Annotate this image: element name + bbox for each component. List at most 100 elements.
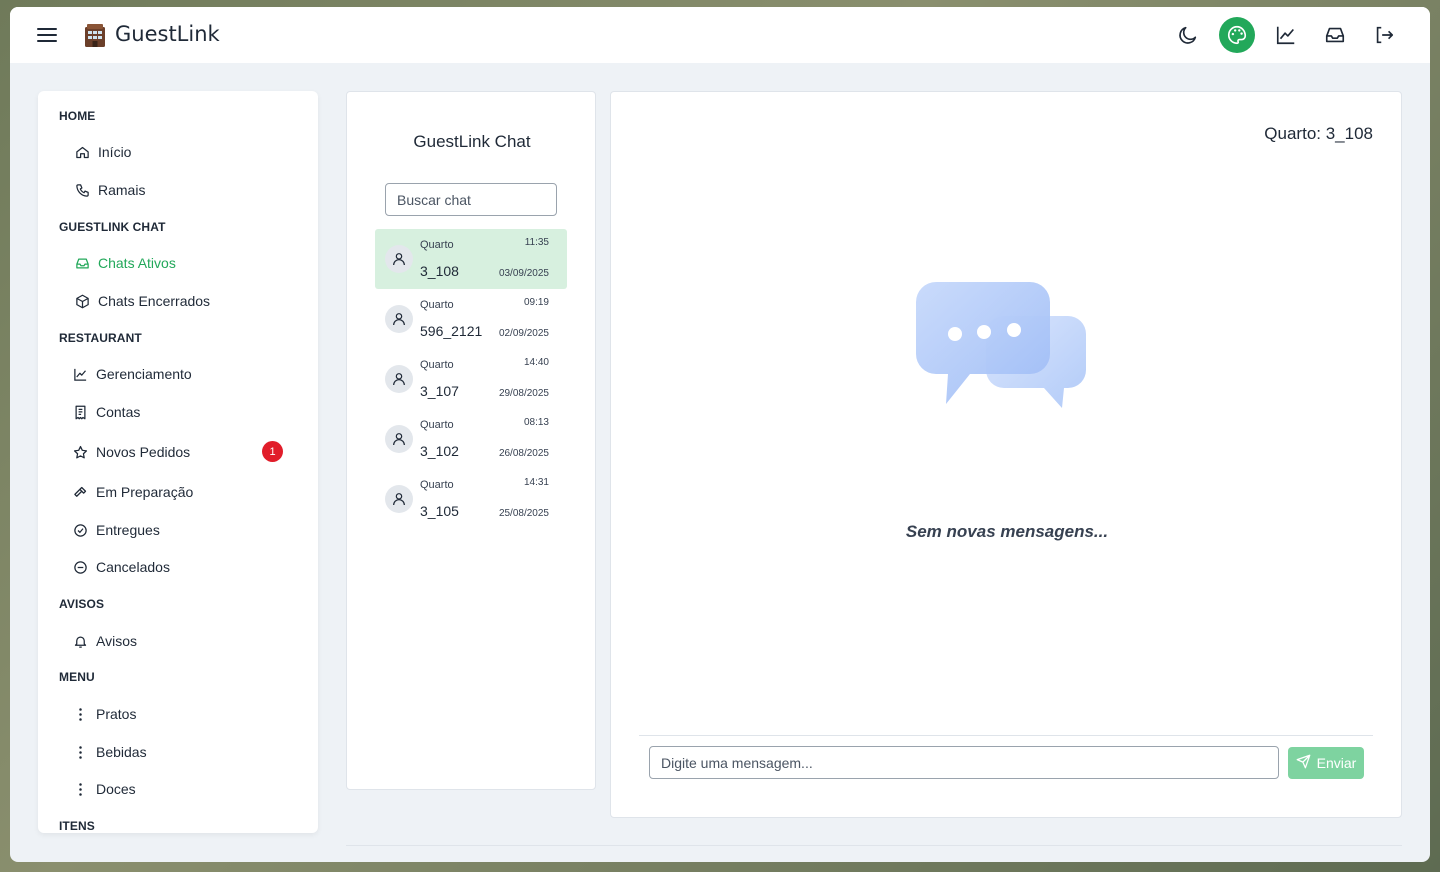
chat-list-title: GuestLink Chat [413,132,531,151]
receipt-icon [72,404,88,420]
inbox-icon[interactable] [1317,17,1353,53]
message-input[interactable] [649,746,1279,779]
chat-room: 3_107 [420,383,459,399]
chart-line-icon[interactable] [1268,17,1304,53]
user-icon [385,485,413,513]
minus-circle-icon [72,559,88,575]
room-header: Quarto: 3_108 [1264,124,1373,143]
user-icon [385,365,413,393]
chat-date: 03/09/2025 [498,268,549,279]
section-home: HOME [59,109,96,123]
novos-pedidos-badge: 1 [262,441,283,462]
sidebar-item-label: Pratos [96,706,137,722]
user-icon [385,425,413,453]
chat-list-item[interactable]: Quarto 3_107 14:40 29/08/2025 [375,349,567,409]
chat-list-item[interactable]: Quarto 596_2121 09:19 02/09/2025 [375,289,567,349]
chart-line-icon [72,366,88,382]
sidebar-item-novos-pedidos[interactable]: Novos Pedidos [72,441,190,463]
composer-divider [639,735,1373,736]
sidebar-item-entregues[interactable]: Entregues [72,519,160,541]
section-guestlink-chat: GUESTLINK CHAT [59,220,166,234]
logout-icon[interactable] [1366,17,1402,53]
chat-date: 02/09/2025 [498,328,549,339]
chat-time: 14:40 [523,357,549,368]
section-restaurant: RESTAURANT [59,331,142,345]
sidebar-item-avisos[interactable]: Avisos [72,630,137,652]
chat-date: 26/08/2025 [498,448,549,459]
sidebar: HOME Início Ramais GUESTLINK CHAT Chats … [38,91,318,833]
user-icon [385,305,413,333]
sidebar-item-label: Em Preparação [96,484,194,500]
search-chat-input[interactable] [385,183,557,216]
hammer-icon [72,484,88,500]
bell-icon [72,633,88,649]
sidebar-item-label: Entregues [96,522,160,538]
sidebar-item-label: Bebidas [96,744,147,760]
sidebar-item-label: Gerenciamento [96,366,192,382]
sidebar-item-em-preparacao[interactable]: Em Preparação [72,481,193,503]
sidebar-item-label: Avisos [96,633,137,649]
chat-list-item[interactable]: Quarto 3_102 08:13 26/08/2025 [375,409,567,469]
chat-time: 08:13 [523,417,549,428]
section-itens: ITENS [59,819,95,833]
send-icon [1296,754,1311,772]
send-button[interactable]: Enviar [1288,747,1364,779]
sidebar-item-gerenciamento[interactable]: Gerenciamento [72,363,192,385]
top-bar: GuestLink [10,7,1430,63]
app-window: GuestLink HOME Início Ramais GUESTLINK C… [10,7,1430,862]
palette-icon[interactable] [1219,17,1255,53]
sidebar-item-doces[interactable]: Doces [72,778,136,800]
sidebar-item-contas[interactable]: Contas [72,401,140,423]
star-icon [72,444,88,460]
section-menu: MENU [59,670,95,684]
chat-date: 25/08/2025 [498,508,549,519]
sidebar-item-label: Chats Ativos [98,255,176,271]
chat-list-item[interactable]: Quarto 3_105 14:31 25/08/2025 [375,469,567,529]
chat-label: Quarto [420,239,454,251]
sidebar-item-cancelados[interactable]: Cancelados [72,556,170,578]
chat-room: 3_105 [420,503,459,519]
chat-room: 3_102 [420,443,459,459]
chat-room: 596_2121 [420,323,483,339]
kebab-icon [72,781,88,797]
chat-time: 09:19 [523,297,549,308]
footer-divider [346,845,1402,846]
chat-time: 11:35 [524,237,549,248]
sidebar-item-ramais[interactable]: Ramais [74,179,145,201]
chat-date: 29/08/2025 [498,388,549,399]
chat-label: Quarto [420,299,454,311]
check-circle-icon [72,522,88,538]
sidebar-item-label: Ramais [98,182,146,198]
sidebar-item-chats-ativos[interactable]: Chats Ativos [74,252,176,274]
sidebar-item-label: Novos Pedidos [96,444,191,460]
empty-chat-message: Sem novas mensagens... [905,522,1109,541]
section-avisos: AVISOS [59,597,105,611]
sidebar-item-label: Doces [96,781,136,797]
sidebar-item-bebidas[interactable]: Bebidas [72,741,147,763]
chat-label: Quarto [420,479,454,491]
chat-time: 14:31 [523,477,549,488]
chat-list-panel: GuestLink Chat Quarto 3_108 11:35 03/09/… [346,91,596,790]
hotel-logo-icon [83,22,107,48]
moon-icon[interactable] [1170,17,1206,53]
phone-icon [74,182,90,198]
chat-label: Quarto [420,419,454,431]
home-icon [74,144,90,160]
menu-icon[interactable] [36,24,58,46]
send-label: Enviar [1316,755,1357,771]
sidebar-item-inicio[interactable]: Início [74,141,131,163]
chat-room: 3_108 [420,263,459,279]
chat-list-item[interactable]: Quarto 3_108 11:35 03/09/2025 [375,229,567,289]
chat-bubbles-icon [916,282,1098,420]
chat-label: Quarto [420,359,454,371]
kebab-icon [72,706,88,722]
cube-icon [74,293,90,309]
chat-pane: Quarto: 3_108 Sem novas mensagens... Dig… [610,91,1402,818]
inbox-icon [74,255,90,271]
sidebar-item-pratos[interactable]: Pratos [72,703,136,725]
sidebar-item-label: Cancelados [96,559,170,575]
sidebar-item-chats-encerrados[interactable]: Chats Encerrados [74,290,210,312]
sidebar-item-label: Início [98,144,132,160]
sidebar-item-label: Chats Encerrados [98,293,211,309]
sidebar-item-label: Contas [96,404,141,420]
